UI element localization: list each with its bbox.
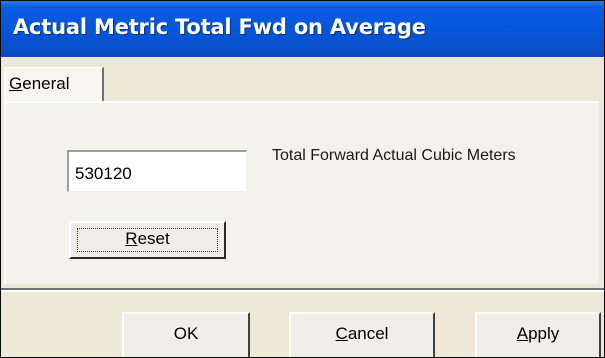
general-tab-panel: 530120 Total Forward Actual Cubic Meters… — [4, 101, 599, 284]
reset-mnemonic: R — [125, 229, 138, 248]
window-title: Actual Metric Total Fwd on Average — [13, 15, 426, 39]
dialog-button-bar: OK Cancel Apply — [1, 292, 604, 357]
apply-label-rest: pply — [528, 324, 560, 343]
cancel-label-rest: ancel — [347, 324, 389, 343]
title-bar[interactable]: Actual Metric Total Fwd on Average — [1, 1, 604, 57]
cancel-button[interactable]: Cancel — [289, 312, 435, 357]
apply-mnemonic: A — [516, 324, 529, 343]
tab-general[interactable]: General — [4, 67, 104, 101]
reset-button[interactable]: Reset — [69, 221, 226, 259]
tab-strip: General — [1, 57, 604, 101]
tab-general-mnemonic: G — [9, 74, 23, 93]
total-forward-value-field[interactable]: 530120 — [67, 150, 247, 192]
tab-general-label: General — [9, 74, 70, 94]
reset-label-rest: eset — [137, 229, 170, 248]
total-forward-label: Total Forward Actual Cubic Meters — [272, 147, 516, 164]
cancel-mnemonic: C — [335, 324, 348, 343]
dialog-window: Actual Metric Total Fwd on Average Gener… — [0, 0, 605, 358]
apply-button[interactable]: Apply — [475, 312, 601, 357]
tab-general-label-rest: eneral — [22, 74, 70, 93]
ok-button[interactable]: OK — [122, 312, 250, 357]
